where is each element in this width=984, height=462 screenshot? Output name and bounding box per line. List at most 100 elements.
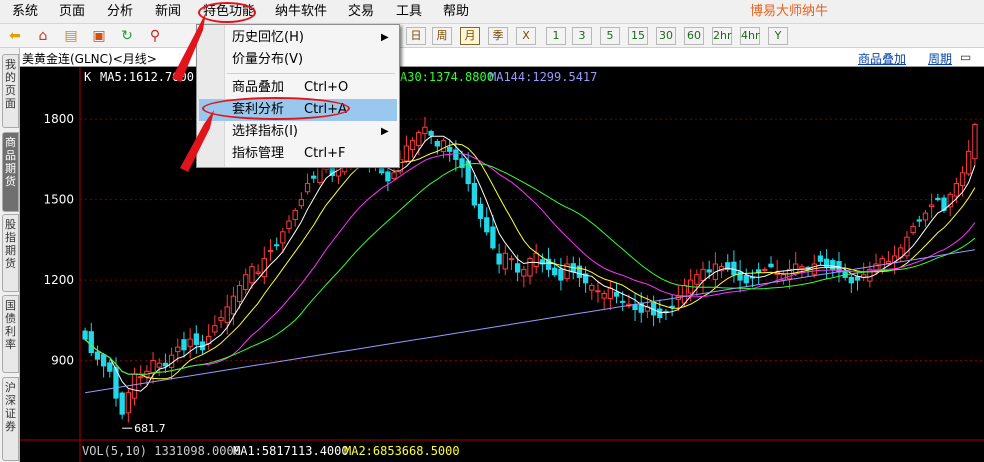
dropdown-item-history[interactable]: 历史回忆(H) ▶ bbox=[199, 27, 397, 49]
dropdown-item-label: 商品叠加 bbox=[232, 80, 285, 95]
special-features-dropdown: 历史回忆(H) ▶ 价量分布(V) 商品叠加 Ctrl+O 套利分析 Ctrl+… bbox=[196, 24, 400, 168]
candle bbox=[966, 150, 972, 175]
notebook-icon[interactable]: ▤ bbox=[62, 27, 80, 45]
dropdown-item-commodity-overlay[interactable]: 商品叠加 Ctrl+O bbox=[199, 77, 397, 99]
candle bbox=[916, 219, 922, 222]
period-day-button[interactable]: 日 bbox=[406, 27, 426, 45]
candle bbox=[706, 269, 712, 273]
period-quarter-button[interactable]: 季 bbox=[488, 27, 508, 45]
candle bbox=[138, 376, 144, 379]
candle bbox=[453, 149, 459, 160]
candle bbox=[953, 183, 960, 197]
candle bbox=[700, 268, 706, 282]
chart-title: 美黄金连(GLNC)<月线> bbox=[22, 52, 157, 66]
period-month-button[interactable]: 月 bbox=[460, 27, 480, 45]
candle bbox=[681, 284, 688, 304]
candle bbox=[434, 141, 440, 147]
side-tab-bar: 我的页面 商品期货 股指期货 国债利率 沪深证券 bbox=[0, 48, 20, 462]
side-tab-bond-rates[interactable]: 国债利率 bbox=[2, 295, 19, 373]
period-year-button[interactable]: Y bbox=[768, 27, 788, 45]
menu-nanu-software[interactable]: 纳牛软件 bbox=[275, 0, 327, 24]
side-tab-shanghai-shenzhen[interactable]: 沪深证券 bbox=[2, 377, 19, 461]
y-tick-label: 1200 bbox=[43, 273, 74, 287]
menu-bar: 系统 页面 分析 新闻 特色功能 纳牛软件 交易 工具 帮助 博易大师纳牛 bbox=[0, 0, 984, 24]
menu-analysis[interactable]: 分析 bbox=[107, 0, 133, 24]
candle bbox=[799, 266, 805, 269]
refresh-icon[interactable]: ↻ bbox=[118, 27, 136, 45]
candle bbox=[471, 182, 478, 206]
candle bbox=[187, 338, 193, 347]
dropdown-item-price-volume[interactable]: 价量分布(V) bbox=[199, 49, 397, 71]
candle bbox=[521, 268, 527, 277]
period-x-button[interactable]: X bbox=[516, 27, 536, 45]
candle bbox=[168, 354, 175, 368]
menu-trade[interactable]: 交易 bbox=[348, 0, 374, 24]
period-week-button[interactable]: 周 bbox=[432, 27, 452, 45]
period-link[interactable]: 周期 bbox=[928, 50, 952, 67]
candle bbox=[391, 172, 397, 179]
menu-news[interactable]: 新闻 bbox=[155, 0, 181, 24]
period-15min-button[interactable]: 15 bbox=[628, 27, 648, 45]
candle bbox=[669, 305, 675, 308]
candle bbox=[403, 145, 410, 162]
candle bbox=[100, 354, 107, 367]
dropdown-item-indicator-manage[interactable]: 指标管理 Ctrl+F bbox=[199, 143, 397, 165]
candle bbox=[304, 183, 311, 193]
home-icon[interactable]: ⌂ bbox=[34, 27, 52, 45]
candle bbox=[181, 339, 187, 351]
y-tick-label: 900 bbox=[51, 354, 74, 368]
candle bbox=[959, 172, 966, 186]
candle bbox=[88, 331, 94, 353]
monitor-icon[interactable]: ▣ bbox=[90, 27, 108, 45]
candle bbox=[280, 231, 286, 244]
candle bbox=[422, 126, 428, 135]
side-tab-commodity-futures[interactable]: 商品期货 bbox=[2, 132, 19, 212]
dropdown-item-select-indicator[interactable]: 选择指标(I) ▶ bbox=[199, 121, 397, 143]
candle bbox=[477, 203, 484, 219]
candle bbox=[607, 287, 613, 300]
indicator-ma30: A30:1374.8800 bbox=[400, 70, 494, 84]
dropdown-separator bbox=[227, 73, 395, 74]
period-5min-button[interactable]: 5 bbox=[600, 27, 620, 45]
indicator-ma144: MA144:1299.5417 bbox=[489, 70, 598, 84]
candle bbox=[447, 146, 453, 152]
candle bbox=[972, 124, 978, 160]
menu-help[interactable]: 帮助 bbox=[443, 0, 469, 24]
candle bbox=[218, 317, 224, 321]
menu-system[interactable]: 系统 bbox=[12, 0, 38, 24]
side-tab-my-page[interactable]: 我的页面 bbox=[2, 54, 19, 128]
commodity-overlay-link[interactable]: 商品叠加 bbox=[858, 50, 906, 67]
kline-chart[interactable]: 900 1200 1500 1800 681.7 K MA5:1612.7600 A30… bbox=[20, 67, 984, 462]
candle bbox=[589, 284, 595, 291]
period-30min-button[interactable]: 30 bbox=[656, 27, 676, 45]
candle bbox=[873, 263, 879, 271]
candle bbox=[255, 271, 261, 274]
candle bbox=[731, 261, 737, 276]
period-60min-button[interactable]: 60 bbox=[684, 27, 704, 45]
menu-page[interactable]: 页面 bbox=[59, 0, 85, 24]
candle bbox=[490, 226, 496, 249]
period-4hr-button[interactable]: 4hr bbox=[740, 27, 760, 45]
zoom-icon[interactable]: ⚲ bbox=[146, 27, 164, 45]
candle bbox=[755, 269, 762, 273]
menu-tools[interactable]: 工具 bbox=[396, 0, 422, 24]
annotation-circle-arbitrage bbox=[202, 97, 350, 120]
candle bbox=[854, 276, 861, 281]
back-arrow-icon[interactable]: ⬅ bbox=[6, 27, 24, 45]
candle bbox=[292, 209, 298, 220]
candle bbox=[131, 373, 138, 399]
candle bbox=[620, 300, 626, 303]
candle bbox=[416, 132, 422, 146]
period-1min-button[interactable]: 1 bbox=[546, 27, 566, 45]
candle bbox=[595, 290, 601, 293]
period-3min-button[interactable]: 3 bbox=[572, 27, 592, 45]
indicator-vol: VOL(5,10) 1331098.0000 bbox=[82, 444, 241, 458]
candle bbox=[632, 304, 638, 311]
toolbar: ⬅ ⌂ ▤ ▣ ↻ ⚲ 日 周 月 季 X 1 3 5 15 30 60 2hr… bbox=[0, 24, 984, 48]
side-tab-index-futures[interactable]: 股指期货 bbox=[2, 214, 19, 292]
candle bbox=[236, 284, 243, 303]
candle bbox=[193, 333, 199, 345]
submenu-arrow-icon: ▶ bbox=[381, 32, 389, 43]
candle bbox=[162, 362, 169, 367]
period-2hr-button[interactable]: 2hr bbox=[712, 27, 732, 45]
